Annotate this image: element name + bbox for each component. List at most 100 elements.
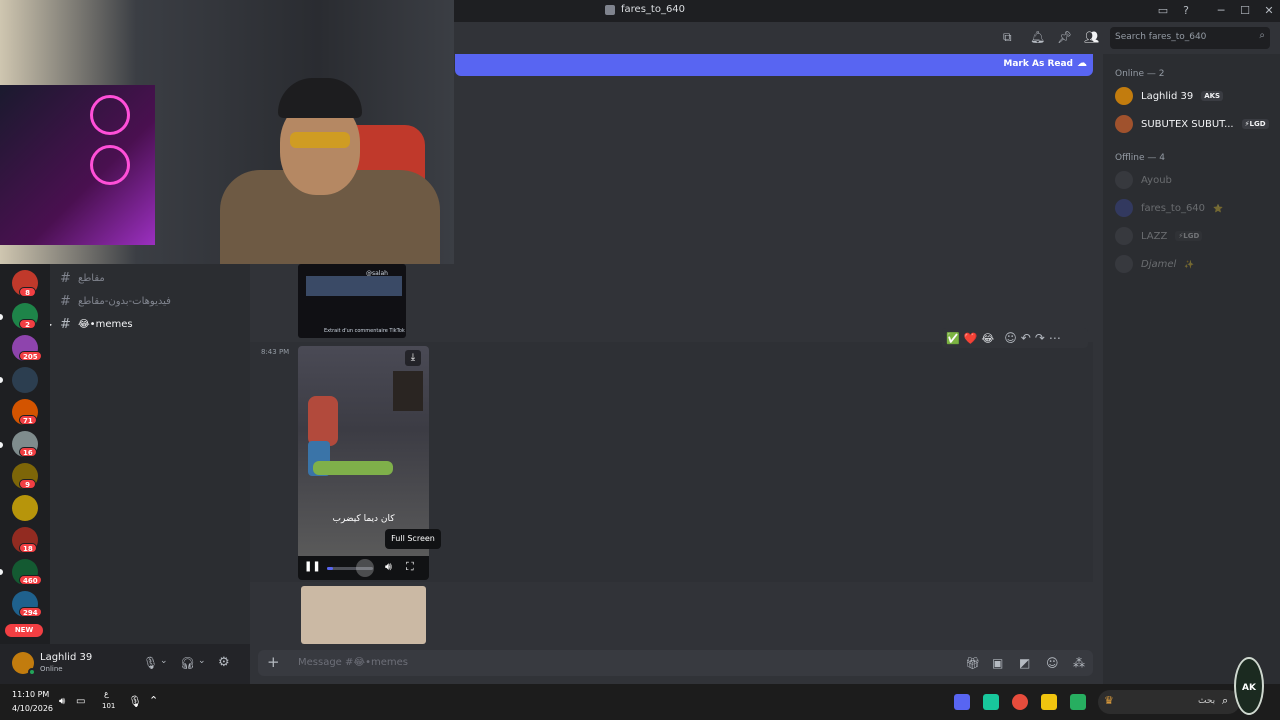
video-figure-lying <box>313 461 393 475</box>
threads-icon[interactable]: ⧉ <box>1003 30 1012 45</box>
taskbar-time[interactable]: 11:10 PM <box>12 690 49 699</box>
emoji-icon[interactable]: ☺ <box>1046 656 1059 670</box>
status-dot <box>28 668 36 676</box>
thumbnail-caption: Extrait d'un commentaire TikTok <box>324 328 405 334</box>
forward-icon[interactable]: ↷ <box>1035 331 1045 345</box>
member-name: LAZZ <box>1141 230 1168 242</box>
message-placeholder: Message #😂•memes <box>298 657 408 668</box>
thumbnail-handle: @salah <box>366 270 388 277</box>
member-item[interactable]: Laghlid 39 AKS <box>1115 85 1224 107</box>
member-name: SUBUTEX SUBUT... <box>1141 118 1234 130</box>
server-icon[interactable] <box>12 367 38 393</box>
member-tag: ⚡LGD <box>1175 231 1203 241</box>
help-icon[interactable]: ? <box>1178 3 1194 19</box>
pause-icon[interactable]: ❚❚ <box>304 561 321 572</box>
reaction-laugh[interactable]: 😂 <box>981 332 994 345</box>
channel-item[interactable]: # فيديوهات-بدون-مقاطع <box>60 292 171 310</box>
member-item[interactable]: Ayoub <box>1115 169 1172 191</box>
username[interactable]: Laghlid 39 <box>40 652 92 663</box>
avatar <box>1115 87 1133 105</box>
next-attachment-preview[interactable] <box>301 586 426 644</box>
member-tag: ⭐ <box>1213 203 1223 213</box>
mention-badge: 2 <box>19 319 36 329</box>
new-servers-badge[interactable]: NEW <box>5 624 43 637</box>
reaction-heart[interactable]: ❤️ <box>964 332 978 345</box>
network-icon[interactable]: ▭ <box>76 696 85 707</box>
microphone-icon[interactable]: 🎙︎ <box>143 656 158 670</box>
apps-icon[interactable]: ⁂ <box>1073 656 1085 670</box>
discord-icon[interactable] <box>954 694 970 710</box>
reaction-check[interactable]: ✅ <box>946 332 960 345</box>
discord-app-icon <box>605 4 615 15</box>
members-icon[interactable]: 👥︎ <box>1084 30 1099 44</box>
member-item[interactable]: SUBUTEX SUBUT... ⚡LGD <box>1115 113 1269 135</box>
member-tag: ⚡LGD <box>1241 119 1269 129</box>
search-icon: ⌕ <box>1259 30 1265 41</box>
reply-icon[interactable]: ↶ <box>1021 331 1031 345</box>
channel-item-memes[interactable]: # 😂•memes <box>60 315 133 333</box>
download-icon[interactable]: ⤓ <box>405 350 421 366</box>
taskbar-date[interactable]: 4/10/2026 <box>12 704 53 713</box>
speaker-icon[interactable]: 🔊︎ <box>59 696 65 707</box>
chevron-down-icon[interactable]: ⌄ <box>160 656 168 666</box>
server-icon[interactable] <box>12 495 38 521</box>
search-icon: ⌕ <box>1222 694 1229 707</box>
video-furniture <box>393 371 423 411</box>
avatar <box>1115 199 1133 217</box>
mark-as-read-label[interactable]: Mark As Read <box>1003 59 1073 69</box>
member-list: Online — 2 Laghlid 39 AKS SUBUTEX SUBUT.… <box>1103 54 1280 684</box>
volume-icon[interactable]: 🔊︎ <box>385 560 392 574</box>
chrome-icon[interactable] <box>1012 694 1028 710</box>
search-box[interactable]: Search fares_to_640 ⌕ <box>1110 27 1270 49</box>
gift-icon[interactable]: 🎁︎ <box>965 656 980 670</box>
rgb-fan-graphic <box>90 145 130 185</box>
message-composer[interactable]: + Message #😂•memes 🎁︎ ▣ ◩ ☺ ⁂ <box>258 650 1093 676</box>
member-name: Laghlid 39 <box>1141 90 1194 102</box>
gif-icon[interactable]: ▣ <box>992 656 1003 670</box>
sticker-icon[interactable]: ◩ <box>1019 656 1030 670</box>
mention-badge: 294 <box>19 607 42 617</box>
member-tag: AKS <box>1201 91 1224 101</box>
member-item[interactable]: Djamel ✨ <box>1115 253 1194 275</box>
maximize-button[interactable]: ☐ <box>1237 3 1253 19</box>
search-widget-icon: ♛ <box>1104 694 1114 707</box>
progress-handle[interactable] <box>356 559 374 577</box>
store-icon[interactable] <box>983 694 999 710</box>
mention-badge: 16 <box>19 447 37 457</box>
microphone-icon[interactable]: 🎙︎ <box>128 695 142 708</box>
bell-icon[interactable]: 🔔︎ <box>1030 30 1045 44</box>
mention-badge: 71 <box>19 415 37 425</box>
close-button[interactable]: ✕ <box>1261 3 1277 19</box>
channel-name: فيديوهات-بدون-مقاطع <box>78 295 171 307</box>
avatar <box>1115 115 1133 133</box>
app-icon[interactable] <box>1070 694 1086 710</box>
inbox-icon[interactable]: ▭ <box>1155 3 1171 19</box>
gear-icon[interactable]: ⚙ <box>218 655 230 670</box>
headphones-icon[interactable]: 🎧︎ <box>180 656 195 670</box>
member-item[interactable]: LAZZ ⚡LGD <box>1115 225 1203 247</box>
previous-video-thumbnail[interactable]: @salah Extrait d'un commentaire TikTok <box>298 264 406 338</box>
more-icon[interactable]: ⋯ <box>1049 331 1061 345</box>
member-item[interactable]: fares_to_640 ⭐ <box>1115 197 1223 219</box>
minimize-button[interactable]: ─ <box>1213 3 1229 19</box>
new-messages-bar[interactable]: Mark As Read ☁ <box>455 54 1093 76</box>
channel-item[interactable]: # مقاطع <box>60 269 105 287</box>
chevron-down-icon[interactable]: ⌄ <box>198 656 206 666</box>
server-rail: 8 2 205 71 16 9 18 460 294 NEW <box>0 262 50 652</box>
unread-pill <box>0 569 3 575</box>
mention-badge: 460 <box>19 575 42 585</box>
chevron-up-icon[interactable]: ⌃ <box>149 694 158 707</box>
language-indicator[interactable]: ع <box>104 689 109 698</box>
channel-name: 😂•memes <box>78 318 133 330</box>
pin-icon[interactable]: 📌︎ <box>1057 30 1072 44</box>
member-tag: ✨ <box>1184 259 1195 269</box>
add-reaction-icon[interactable]: ☺ <box>1004 331 1017 345</box>
fullscreen-icon[interactable]: ⛶ <box>406 560 414 574</box>
folder-icon[interactable] <box>1041 694 1057 710</box>
user-panel: Laghlid 39 Online 🎙︎ ⌄ 🎧︎ ⌄ ⚙ <box>0 644 250 684</box>
user-status: Online <box>40 665 63 673</box>
online-header: Online — 2 <box>1115 69 1165 79</box>
search-bar[interactable]: ♛ بحث ⌕ <box>1098 690 1240 714</box>
hash-icon: # <box>60 316 71 332</box>
add-attachment-icon[interactable]: + <box>267 653 280 671</box>
